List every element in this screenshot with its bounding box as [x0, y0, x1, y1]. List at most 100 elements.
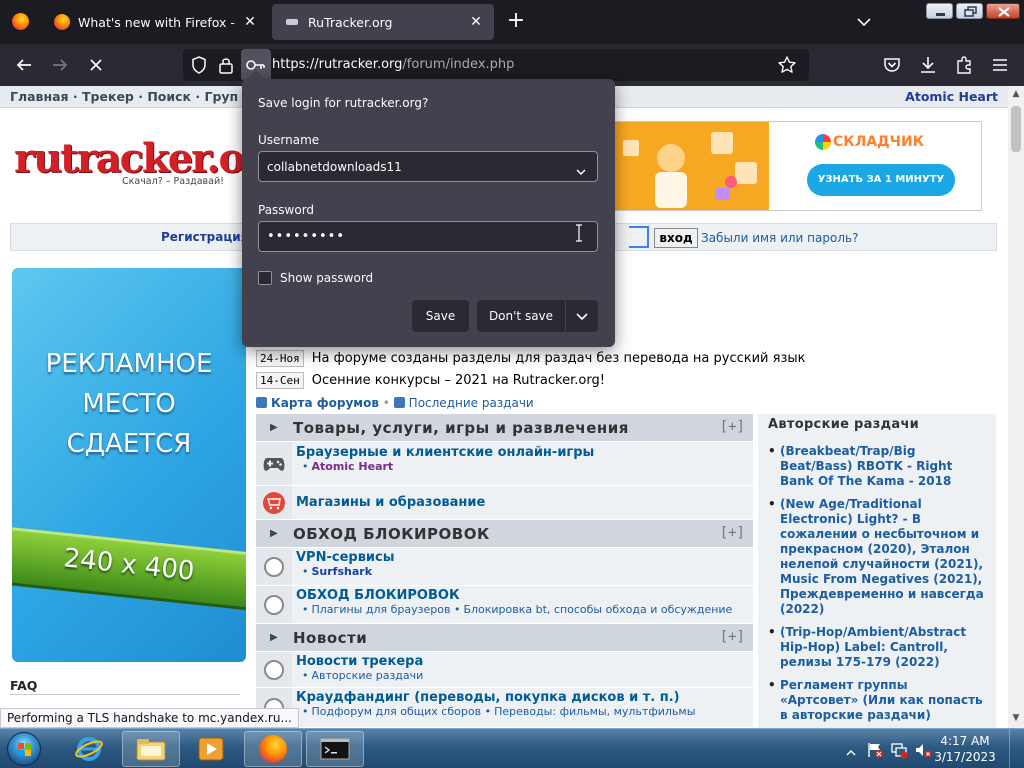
bookmark-star-icon[interactable] [777, 55, 797, 79]
category-expand-toggle[interactable]: [+] [720, 525, 745, 541]
subforum-link[interactable]: Подфорум для общих сборов [312, 705, 482, 718]
category-title[interactable]: Товары, услуги, игры и развлечения [293, 419, 629, 437]
category-header[interactable]: ▶ ОБХОД БЛОКИРОВОК [+] [256, 520, 753, 548]
forum-map-link[interactable]: Карта форумов [271, 396, 379, 410]
close-tab-icon[interactable]: ✕ [464, 10, 488, 34]
category-title[interactable]: Новости [293, 629, 367, 647]
lock-icon[interactable] [217, 55, 235, 79]
forum-name[interactable]: Краудфандинг (переводы, покупка дисков и… [296, 690, 753, 705]
address-bar[interactable]: https://rutracker.org/forum/index.php [183, 49, 809, 81]
pocket-icon[interactable] [880, 53, 904, 77]
tab-rutracker[interactable]: RuTracker.org ✕ [272, 0, 494, 44]
forum-name[interactable]: Магазины и образование [296, 495, 753, 510]
rutracker-logo[interactable]: rutracker.org Скачал? – Раздавай! [14, 136, 290, 196]
firefox-taskbar-icon[interactable] [244, 731, 302, 767]
subforum-link[interactable]: Плагины для браузеров [312, 603, 451, 616]
tracking-shield-icon[interactable] [189, 55, 209, 79]
back-icon[interactable] [12, 53, 36, 77]
url-text[interactable]: https://rutracker.org/forum/index.php [272, 57, 514, 72]
tab-whats-new[interactable]: What's new with Firefox - More ✕ [42, 0, 268, 44]
scroll-up-icon[interactable]: ▲ [1012, 90, 1020, 99]
forum-row[interactable]: Магазины и образование [256, 486, 753, 520]
expand-arrow-icon[interactable]: ▶ [270, 632, 278, 643]
list-all-tabs-icon[interactable] [852, 12, 876, 32]
forum-name[interactable]: Новости трекера [296, 654, 753, 669]
forum-row[interactable]: ОБХОД БЛОКИРОВОК • Плагины для браузеров … [256, 586, 753, 624]
category-title[interactable]: ОБХОД БЛОКИРОВОК [293, 525, 490, 543]
action-center-flag-icon[interactable] [866, 741, 884, 763]
file-explorer-icon[interactable] [122, 731, 180, 767]
restore-button[interactable] [956, 3, 983, 19]
skladchik-banner[interactable]: СКЛАДЧИК УЗНАТЬ ЗА 1 МИНУТУ [614, 121, 982, 211]
category-header[interactable]: ▶ Новости [+] [256, 624, 753, 652]
start-button[interactable] [2, 730, 46, 768]
media-player-icon[interactable] [182, 731, 240, 767]
internet-explorer-icon[interactable] [60, 731, 118, 767]
site-login-button[interactable]: вход [654, 228, 698, 248]
news-text[interactable]: Осенние конкурсы – 2021 на Rutracker.org… [312, 373, 605, 388]
show-password-label[interactable]: Show password [280, 271, 373, 285]
author-release-link[interactable]: (Breakbeat/Trap/Big Beat/Bass) RBOTK - R… [766, 444, 990, 489]
author-release-link[interactable]: Регламент группы «Артсовет» (Или как поп… [766, 678, 990, 723]
subforum-link[interactable]: Блокировка bt, способы обхода и обсужден… [463, 603, 732, 616]
more-options-dropdown-button[interactable] [566, 300, 598, 332]
command-prompt-icon[interactable] [306, 731, 364, 767]
top-nav-links[interactable]: Главная · Трекер · Поиск · Груп [10, 89, 238, 104]
latest-releases-link[interactable]: Последние раздачи [409, 396, 534, 410]
forgot-password-link[interactable]: Забыли имя или пароль? [701, 231, 858, 245]
forum-name[interactable]: VPN-сервисы [296, 550, 753, 565]
app-menu-icon[interactable] [988, 53, 1012, 77]
register-link[interactable]: Регистрация [161, 230, 248, 244]
firefox-view-icon[interactable] [12, 13, 29, 30]
save-button[interactable]: Save [412, 300, 469, 332]
chevron-down-icon[interactable] [575, 162, 587, 181]
scroll-down-icon[interactable]: ▼ [1012, 714, 1020, 723]
category-expand-toggle[interactable]: [+] [720, 419, 745, 435]
top-nav-atomic-heart-link[interactable]: Atomic Heart [905, 89, 998, 104]
banner-illustration [615, 122, 769, 210]
forum-row[interactable]: Браузерные и клиентские онлайн-игры • Ato… [256, 442, 753, 486]
dont-save-button[interactable]: Don't save [477, 300, 565, 332]
show-desktop-button[interactable] [1009, 729, 1024, 768]
username-field[interactable]: collabnetdownloads11 [258, 151, 598, 182]
author-release-link[interactable]: (New Age/Traditional Electronic) Light? … [766, 497, 990, 617]
author-release-link[interactable]: (Trip-Hop/Ambient/Abstract Hip-Hop) Labe… [766, 625, 990, 670]
show-password-checkbox[interactable] [258, 271, 272, 285]
clock-time[interactable]: 4:17 AM [930, 734, 1000, 748]
subforum-link[interactable]: Переводы: фильмы, мультфильмы [494, 705, 695, 718]
subforum-link[interactable]: Авторские раздачи [312, 669, 424, 682]
subforum-link[interactable]: Atomic Heart [312, 460, 394, 473]
password-value[interactable]: ••••••••• [267, 229, 345, 244]
page-scrollbar[interactable]: ▲ ▼ [1008, 86, 1024, 728]
scroll-thumb[interactable] [1011, 106, 1021, 152]
category-header[interactable]: ▶ Товары, услуги, игры и развлечения [+] [256, 414, 753, 442]
forward-icon[interactable] [48, 53, 72, 77]
network-icon[interactable] [890, 741, 908, 763]
forum-name[interactable]: Браузерные и клиентские онлайн-игры [296, 445, 753, 460]
site-password-input[interactable] [629, 226, 649, 248]
password-field[interactable]: ••••••••• [258, 221, 598, 252]
news-text[interactable]: На форуме созданы разделы для раздач без… [312, 351, 806, 366]
news-item[interactable]: 14-Сен Осенние конкурсы – 2021 на Rutrac… [256, 369, 816, 391]
minimize-button[interactable] [926, 3, 953, 19]
forum-row[interactable]: VPN-сервисы • Surfshark [256, 548, 753, 586]
side-ad-banner[interactable]: РЕКЛАМНОЕ МЕСТО СДАЕТСЯ 240 x 400 [12, 268, 246, 662]
extensions-icon[interactable] [952, 53, 976, 77]
clock-date[interactable]: 3/17/2023 [930, 750, 1000, 764]
show-hidden-icons-icon[interactable] [846, 743, 856, 762]
close-window-button[interactable] [986, 3, 1020, 19]
stop-loading-icon[interactable] [84, 53, 108, 77]
category-expand-toggle[interactable]: [+] [720, 629, 745, 645]
banner-cta-button[interactable]: УЗНАТЬ ЗА 1 МИНУТУ [807, 164, 955, 196]
expand-arrow-icon[interactable]: ▶ [270, 528, 278, 539]
username-value[interactable]: collabnetdownloads11 [267, 160, 402, 174]
subforum-link[interactable]: Surfshark [312, 565, 373, 578]
forum-name[interactable]: ОБХОД БЛОКИРОВОК [296, 588, 753, 603]
forum-row[interactable]: Новости трекера • Авторские раздачи [256, 652, 753, 688]
expand-arrow-icon[interactable]: ▶ [270, 422, 278, 433]
new-tab-button[interactable]: + [504, 10, 528, 34]
close-tab-icon[interactable]: ✕ [238, 10, 262, 34]
downloads-icon[interactable] [916, 53, 940, 77]
news-item[interactable]: 24-Ноя На форуме созданы разделы для раз… [256, 347, 816, 369]
forum-row[interactable]: Краудфандинг (переводы, покупка дисков и… [256, 688, 753, 728]
